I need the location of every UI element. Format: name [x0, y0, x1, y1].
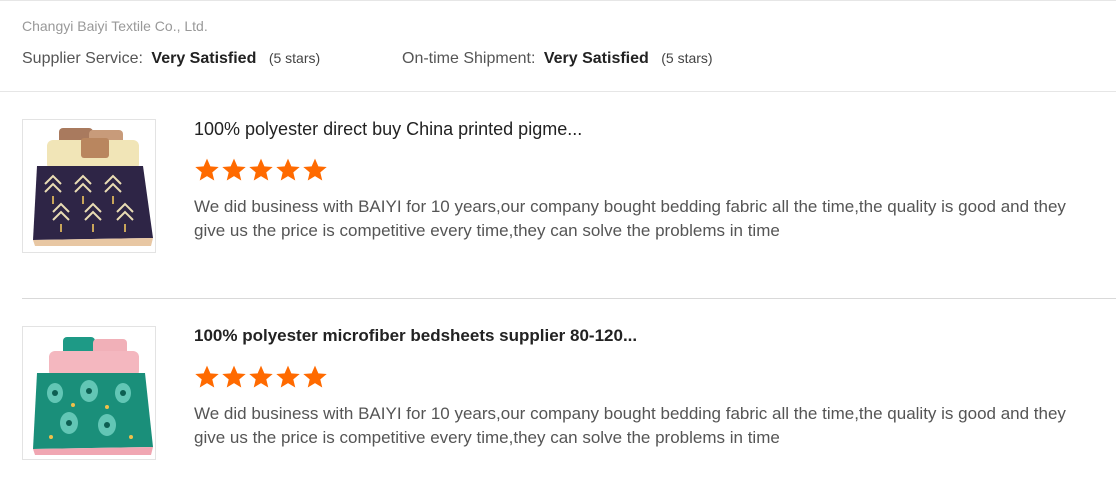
company-name: Changyi Baiyi Textile Co., Ltd. — [22, 18, 208, 34]
review-item: 100% polyester direct buy China printed … — [22, 119, 1116, 255]
star-icon — [276, 365, 300, 388]
star-icon — [276, 158, 300, 181]
rating-label: On-time Shipment: — [402, 50, 536, 67]
supplier-rating-header: Changyi Baiyi Textile Co., Ltd. Supplier… — [0, 0, 1116, 92]
product-title[interactable]: 100% polyester microfiber bedsheets supp… — [194, 326, 637, 346]
review-comment: We did business with BAIYI for 10 years,… — [194, 404, 1066, 447]
star-icon — [195, 158, 219, 181]
review-comment: We did business with BAIYI for 10 years,… — [194, 197, 1066, 240]
purple-bedding-image — [23, 120, 155, 252]
rating-stars-text: (5 stars) — [661, 50, 713, 66]
product-title[interactable]: 100% polyester direct buy China printed … — [194, 119, 582, 140]
review-divider — [22, 298, 1116, 299]
product-thumbnail[interactable] — [22, 326, 156, 460]
star-icon — [303, 365, 327, 388]
star-rating — [194, 157, 328, 183]
star-icon — [195, 365, 219, 388]
review-item: 100% polyester microfiber bedsheets supp… — [22, 326, 1116, 462]
rating-value: Very Satisfied — [543, 50, 649, 67]
star-icon — [249, 365, 273, 388]
ontime-shipment-rating: On-time Shipment: Very Satisfied (5 star… — [402, 50, 713, 68]
star-icon — [303, 158, 327, 181]
star-icon — [249, 158, 273, 181]
rating-label: Supplier Service: — [22, 50, 143, 67]
star-rating — [194, 364, 328, 390]
star-icon — [222, 365, 246, 388]
star-icon — [222, 158, 246, 181]
rating-stars-text: (5 stars) — [268, 50, 321, 66]
rating-value: Very Satisfied — [151, 50, 257, 67]
green-bedding-image — [23, 327, 155, 459]
supplier-service-rating: Supplier Service: Very Satisfied (5 star… — [22, 50, 320, 68]
product-thumbnail[interactable] — [22, 119, 156, 253]
